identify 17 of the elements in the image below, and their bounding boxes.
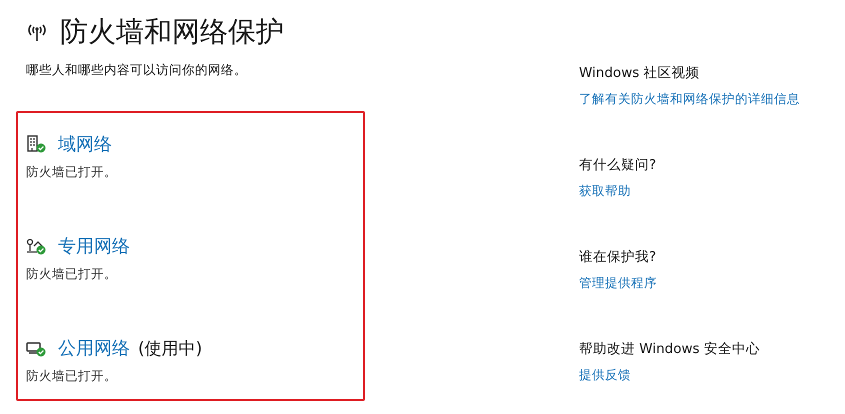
section-heading: Windows 社区视频 — [579, 64, 701, 82]
network-link[interactable]: 域网络 — [58, 132, 112, 156]
section-heading: 帮助改进 Windows 安全中心 — [579, 340, 761, 358]
help-link[interactable]: 获取帮助 — [579, 183, 800, 200]
firewall-status: 防火墙已打开。 — [26, 164, 118, 181]
in-use-label: (使用中) — [138, 338, 202, 360]
help-link[interactable]: 管理提供程序 — [579, 275, 800, 292]
help-link[interactable]: 提供反馈 — [579, 367, 800, 384]
network-link[interactable]: 专用网络 — [58, 234, 130, 258]
firewall-status: 防火墙已打开。 — [26, 266, 118, 283]
help-link[interactable]: 了解有关防火墙和网络保护的详细信息 — [579, 91, 800, 108]
section-heading: 谁在保护我? — [579, 248, 658, 266]
firewall-status: 防火墙已打开。 — [26, 368, 118, 385]
page-description: 哪些人和哪些内容可以访问你的网络。 — [26, 62, 248, 79]
section-heading: 有什么疑问? — [579, 156, 658, 174]
page-title: 防火墙和网络保护 — [60, 14, 284, 50]
network-link[interactable]: 公用网络 — [58, 336, 130, 360]
